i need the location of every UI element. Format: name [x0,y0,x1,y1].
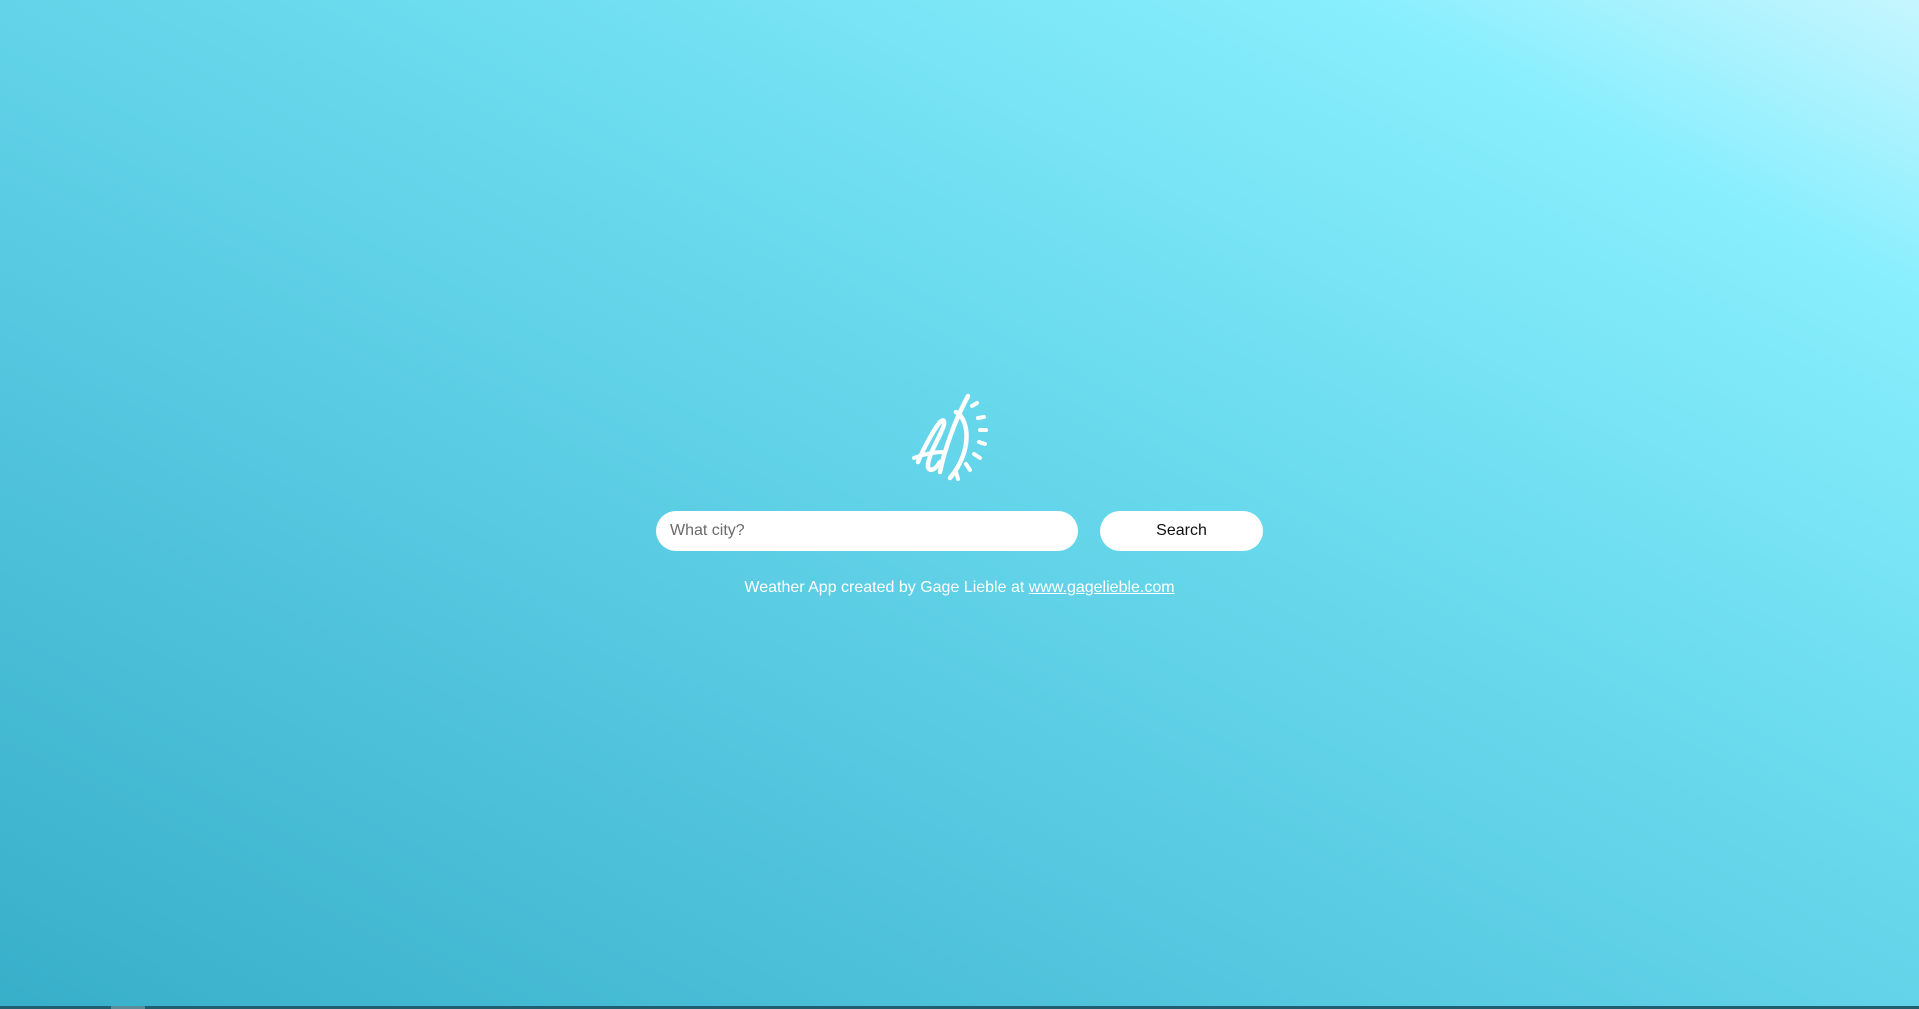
credit-line: Weather App created by Gage Lieble at ww… [0,578,1919,598]
website-link[interactable]: www.gagelieble.com [1029,579,1175,596]
search-button[interactable]: Search [1100,511,1263,551]
credit-text: Weather App created by Gage Lieble at [744,579,1029,596]
signature-sun-logo-icon [910,392,994,484]
city-search-input[interactable] [656,511,1078,551]
